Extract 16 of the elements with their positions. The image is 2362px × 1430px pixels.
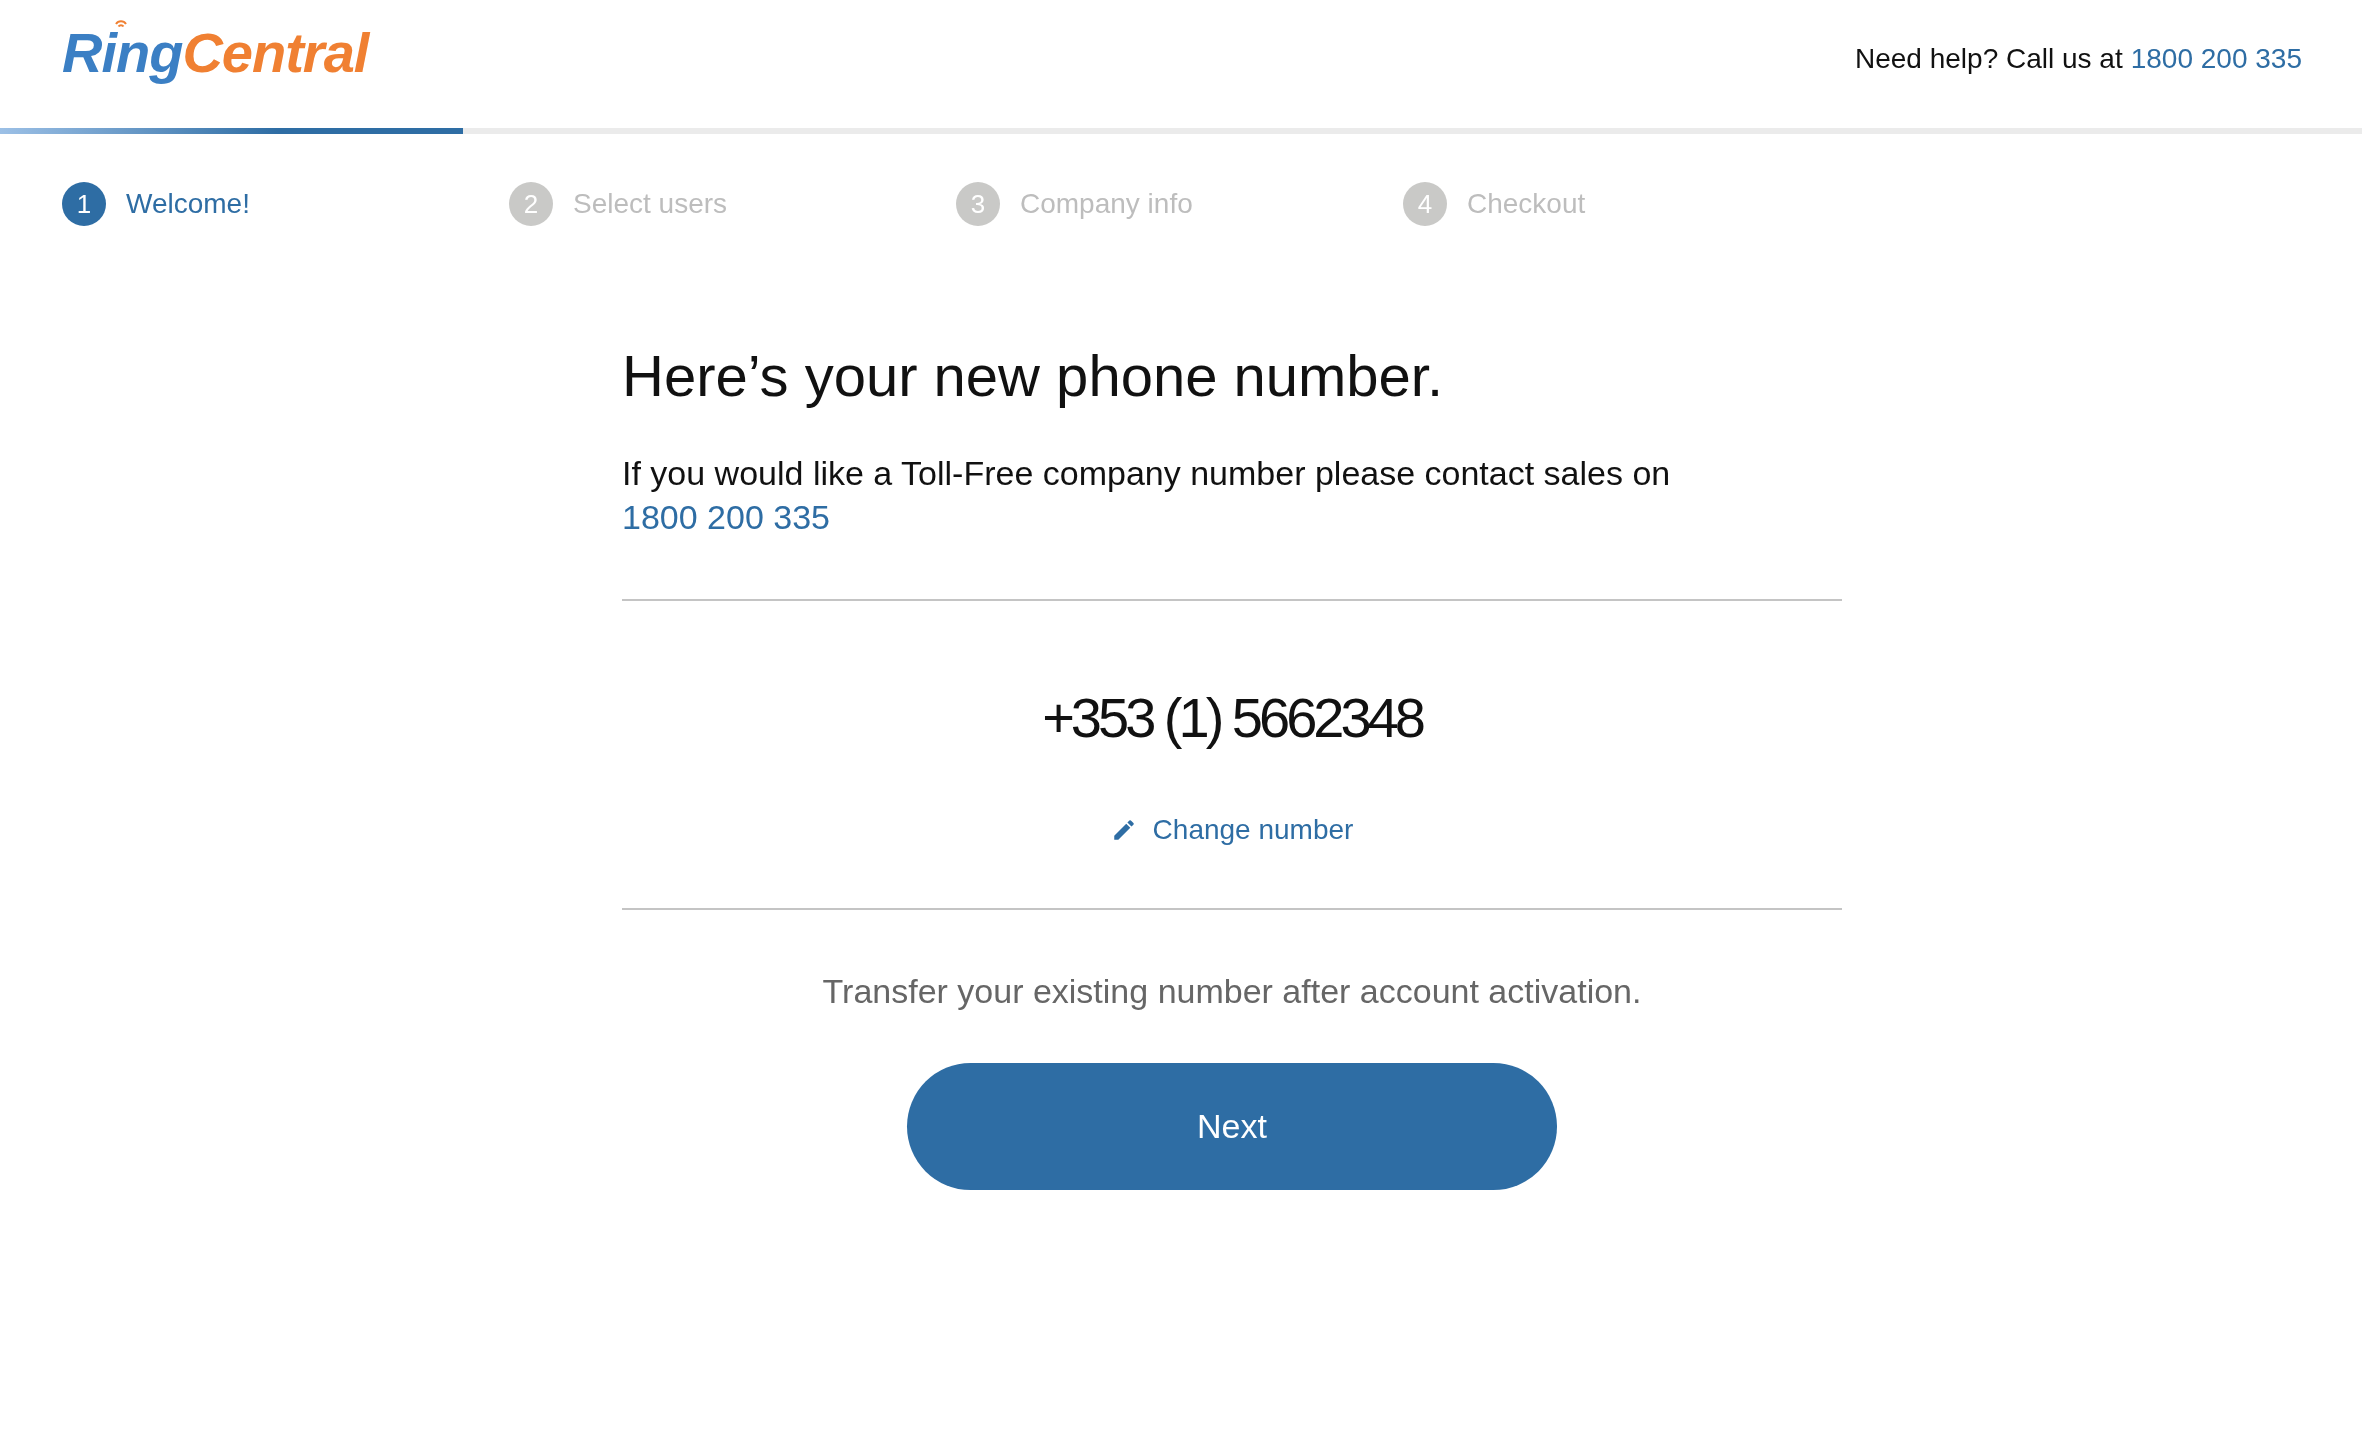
- step-tab[interactable]: 1 Welcome!: [62, 182, 250, 226]
- step-number: 3: [956, 182, 1000, 226]
- transfer-note: Transfer your existing number after account activation.: [821, 972, 1643, 1011]
- step-number: 2: [509, 182, 553, 226]
- step-number: 4: [1403, 182, 1447, 226]
- next-button[interactable]: Next: [907, 1063, 1557, 1190]
- signal-icon: [114, 17, 128, 30]
- help-text: Need help? Call us at: [1855, 43, 2123, 75]
- sales-phone-link[interactable]: 1800 200 335: [622, 495, 830, 539]
- step-number: 1: [62, 182, 106, 226]
- intro-text: If you would like a Toll-Free company number please contact sales on: [622, 453, 1672, 494]
- change-number-link[interactable]: Change number: [1110, 814, 1354, 846]
- phone-number: +353 (1) 5662348: [1042, 685, 1422, 750]
- logo[interactable]: RingCentral: [62, 19, 369, 85]
- help-phone-link[interactable]: 1800 200 335: [2130, 43, 2302, 75]
- page-heading: Here’s your new phone number.: [622, 342, 1445, 409]
